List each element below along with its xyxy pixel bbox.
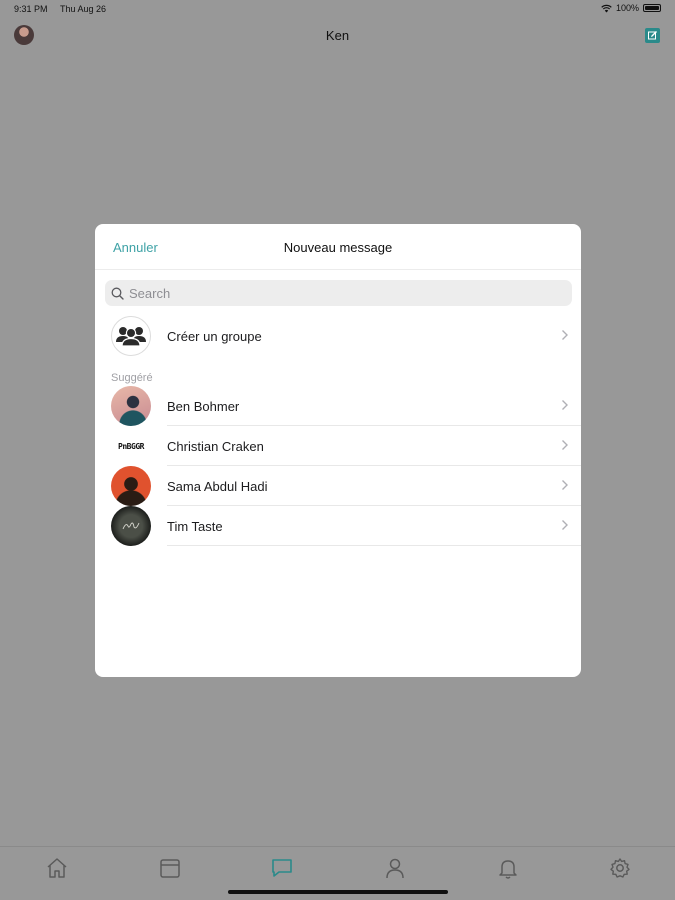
modal-title: Nouveau message xyxy=(283,240,393,255)
avatar xyxy=(111,466,151,506)
contact-row[interactable]: PnBGGR Christian Craken xyxy=(95,426,581,466)
create-group-label: Créer un groupe xyxy=(167,328,262,344)
chevron-right-icon xyxy=(562,480,568,490)
avatar xyxy=(111,386,151,426)
contact-row[interactable]: Sama Abdul Hadi xyxy=(95,466,581,506)
avatar xyxy=(111,506,151,546)
search-icon xyxy=(111,287,124,300)
status-time: 9:31 PM xyxy=(14,4,48,14)
contact-row[interactable]: Ben Bohmer xyxy=(95,386,581,426)
new-message-modal: Annuler Nouveau message Créer un groupe … xyxy=(95,224,581,677)
notifications-icon[interactable] xyxy=(495,855,521,881)
calendar-icon[interactable] xyxy=(157,855,183,881)
messages-icon[interactable] xyxy=(269,855,295,881)
page-title: Ken xyxy=(325,28,350,43)
contact-row[interactable]: Tim Taste xyxy=(95,506,581,546)
chevron-right-icon xyxy=(562,520,568,530)
nav-bar: Ken xyxy=(0,22,675,50)
status-indicators: 100% xyxy=(601,3,661,13)
create-group-row[interactable]: Créer un groupe xyxy=(95,316,581,356)
search-input[interactable] xyxy=(129,285,549,301)
search-bar[interactable] xyxy=(105,280,572,306)
settings-icon[interactable] xyxy=(607,855,633,881)
wifi-icon xyxy=(601,4,612,12)
profile-icon[interactable] xyxy=(382,855,408,881)
home-icon[interactable] xyxy=(44,855,70,881)
contact-name: Sama Abdul Hadi xyxy=(167,478,268,494)
compose-icon[interactable] xyxy=(645,28,660,43)
contact-name: Ben Bohmer xyxy=(167,398,240,414)
suggested-section-label: Suggéré xyxy=(111,372,153,384)
chevron-right-icon xyxy=(562,400,568,410)
chevron-right-icon xyxy=(562,330,568,340)
status-bar: 9:31 PM Thu Aug 26 100% xyxy=(0,0,675,18)
chevron-right-icon xyxy=(562,440,568,450)
battery-icon xyxy=(643,4,661,12)
avatar-logo-text: PnBGGR xyxy=(118,441,144,451)
group-icon xyxy=(111,316,151,356)
battery-percent: 100% xyxy=(615,3,639,13)
avatar: PnBGGR xyxy=(111,426,151,466)
row-divider xyxy=(167,545,581,546)
contact-name: Christian Craken xyxy=(167,438,264,454)
home-indicator xyxy=(228,890,448,894)
status-date: Thu Aug 26 xyxy=(60,4,107,14)
contact-name: Tim Taste xyxy=(167,518,223,534)
modal-header: Annuler Nouveau message xyxy=(95,224,581,270)
